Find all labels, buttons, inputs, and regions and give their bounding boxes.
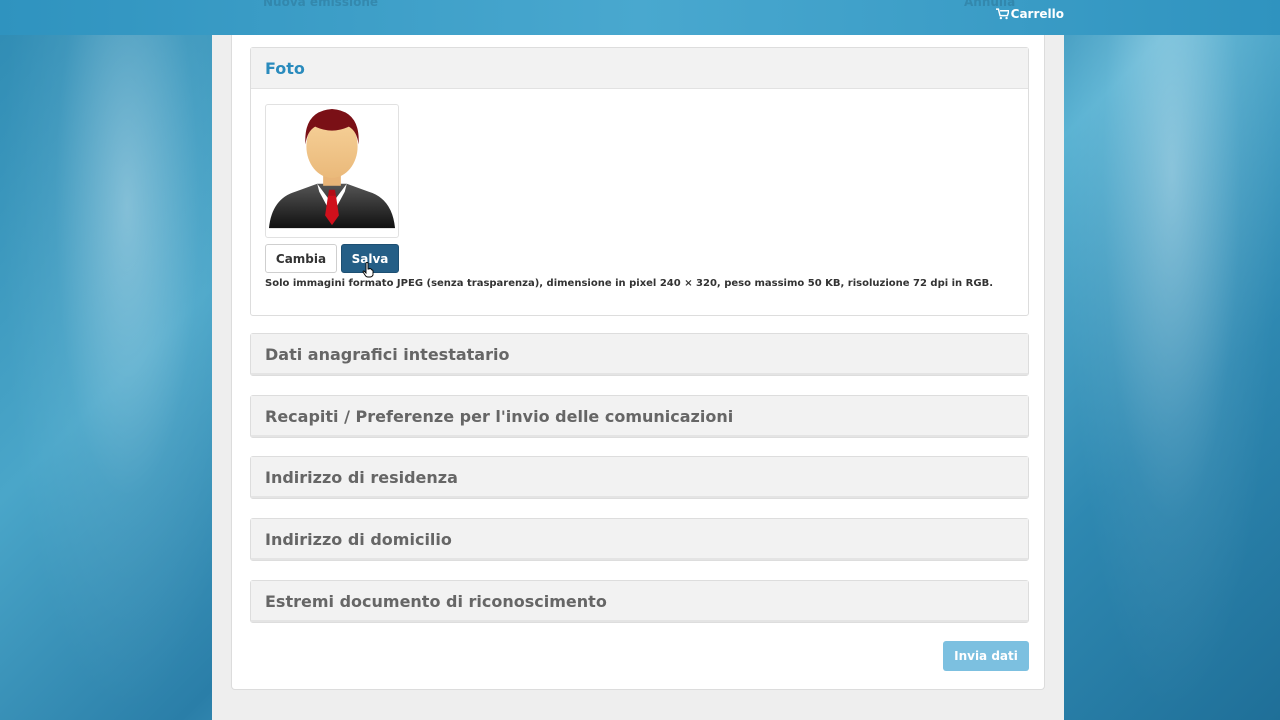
- section-title: Recapiti / Preferenze per l'invio delle …: [251, 396, 1028, 437]
- person-avatar-icon: [268, 108, 396, 229]
- section-id-document[interactable]: Estremi documento di riconoscimento: [250, 580, 1029, 623]
- cart-icon: [995, 8, 1009, 20]
- main-page: Foto Cambia Salva Solo immagini formato …: [212, 35, 1064, 720]
- section-title: Estremi documento di riconoscimento: [251, 581, 1028, 622]
- section-personal-data[interactable]: Dati anagrafici intestatario: [250, 333, 1029, 376]
- cart-label: Carrello: [1010, 7, 1064, 21]
- section-title: Indirizzo di residenza: [251, 457, 1028, 498]
- header-left-text: Nuova emissione: [263, 0, 379, 9]
- photo-preview: [265, 104, 399, 238]
- cart-link[interactable]: Carrello: [995, 7, 1064, 21]
- section-residence-address[interactable]: Indirizzo di residenza: [250, 456, 1029, 499]
- section-title: Indirizzo di domicilio: [251, 519, 1028, 560]
- section-domicile-address[interactable]: Indirizzo di domicilio: [250, 518, 1029, 561]
- top-bar-inner: Nuova emissione Annulla Carrello: [212, 0, 1064, 35]
- top-bar: Nuova emissione Annulla Carrello: [0, 0, 1280, 35]
- save-photo-button[interactable]: Salva: [341, 244, 399, 273]
- background-left: [0, 35, 212, 720]
- background-right: [1064, 35, 1280, 720]
- change-photo-button[interactable]: Cambia: [265, 244, 337, 273]
- photo-panel: Foto Cambia Salva Solo immagini formato …: [250, 47, 1029, 316]
- form-card: Foto Cambia Salva Solo immagini formato …: [231, 35, 1045, 690]
- photo-panel-title[interactable]: Foto: [251, 48, 1028, 89]
- section-title: Dati anagrafici intestatario: [251, 334, 1028, 375]
- section-contacts-preferences[interactable]: Recapiti / Preferenze per l'invio delle …: [250, 395, 1029, 438]
- photo-requirements-note: Solo immagini formato JPEG (senza traspa…: [265, 278, 993, 289]
- submit-button[interactable]: Invia dati: [943, 641, 1029, 671]
